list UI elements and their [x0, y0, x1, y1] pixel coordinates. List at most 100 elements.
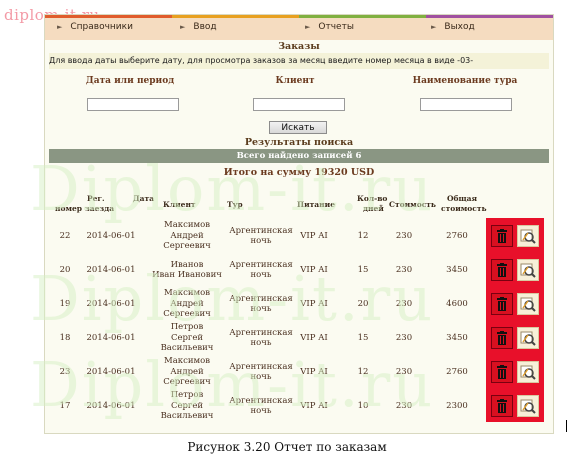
- figure-caption: Рисунок 3.20 Отчет по заказам: [187, 440, 387, 454]
- cell-date: 2014-06-01: [86, 333, 136, 343]
- header-total-1: Общая: [447, 194, 478, 203]
- cell-tour-line: ночь: [250, 270, 272, 280]
- cell-client: Иванов Иван Иванович: [147, 260, 227, 281]
- cell-food: VIP AI: [300, 231, 328, 241]
- cell-client-line: Сергеевич: [163, 377, 211, 388]
- delete-icon[interactable]: [491, 293, 513, 315]
- cell-client: Максимов Андрей Сергеевич: [147, 220, 227, 252]
- cell-price: 230: [395, 401, 413, 411]
- tour-input[interactable]: [420, 98, 512, 111]
- table-row: 17 2014-06-01 Петров Сергей Васильевич Аргент…: [53, 389, 489, 423]
- cell-tour-line: Аргентинская: [229, 361, 293, 372]
- header-tour: Тур: [227, 200, 243, 209]
- actions-column: [486, 218, 544, 422]
- results-title: Результаты поиска: [244, 137, 354, 148]
- menu-item-exit[interactable]: ► Выход: [431, 22, 475, 32]
- table-row: 23 2014-06-01 Максимов Андрей Сергеевич Арген…: [53, 355, 489, 389]
- delete-icon[interactable]: [491, 395, 513, 417]
- edit-icon[interactable]: [517, 225, 539, 247]
- arrow-right-icon: ►: [57, 23, 63, 31]
- cell-total: 3450: [446, 265, 468, 275]
- menu-stripe-1: [45, 15, 172, 18]
- cell-price: 230: [395, 299, 413, 309]
- date-input[interactable]: [87, 98, 179, 111]
- cell-total: 2760: [446, 231, 468, 241]
- cell-food: VIP AI: [300, 367, 328, 377]
- header-date: Дата: [133, 194, 155, 203]
- table-row: 18 2014-06-01 Петров Сергей Васильевич Аргент…: [53, 321, 489, 355]
- menu-item-label: Выход: [444, 22, 475, 32]
- cell-client-line: Иван Иванович: [152, 270, 222, 280]
- cell-num: 20: [59, 265, 71, 275]
- cell-tour-line: ночь: [250, 406, 272, 416]
- cell-food: VIP AI: [300, 299, 328, 309]
- date-label: Дата или период: [85, 76, 175, 86]
- cell-num: 19: [59, 299, 71, 309]
- cell-price: 230: [395, 231, 413, 241]
- client-input[interactable]: [253, 98, 345, 111]
- cell-client-line: Васильевич: [160, 411, 214, 422]
- cell-tour-line: ночь: [250, 372, 272, 382]
- cell-days: 12: [357, 231, 369, 241]
- cell-price: 230: [395, 265, 413, 275]
- cell-client-line: Андрей: [170, 366, 204, 377]
- edit-icon[interactable]: [517, 395, 539, 417]
- header-total-2: стоимость: [441, 204, 487, 213]
- delete-icon[interactable]: [491, 259, 513, 281]
- menu-item-reports[interactable]: ► Отчеты: [305, 22, 354, 32]
- delete-icon[interactable]: [491, 225, 513, 247]
- cell-tour-line: Аргентинская: [229, 395, 293, 406]
- cell-client: Петров Сергей Васильевич: [147, 390, 227, 422]
- table-header: номер Рег. заезда Дата Клиент Тур Питани…: [51, 192, 491, 220]
- delete-icon[interactable]: [491, 327, 513, 349]
- cell-food: VIP AI: [300, 401, 328, 411]
- cell-num: 23: [59, 367, 71, 377]
- arrow-right-icon: ►: [180, 23, 186, 31]
- cell-tour: Аргентинская ночь: [223, 362, 299, 383]
- menu-item-label: Справочники: [70, 22, 133, 32]
- edit-icon[interactable]: [517, 259, 539, 281]
- cell-tour-line: Аргентинская: [229, 259, 293, 270]
- app-frame: ► Справочники ► Ввод ► Отчеты ► Выход Заказы…: [44, 14, 554, 434]
- header-client: Клиент: [163, 200, 196, 209]
- menu-stripe-4: [426, 15, 553, 18]
- cell-tour-line: Аргентинская: [229, 225, 293, 236]
- cell-tour: Аргентинская ночь: [223, 294, 299, 315]
- top-menu: ► Справочники ► Ввод ► Отчеты ► Выход: [45, 15, 553, 40]
- edit-icon[interactable]: [517, 327, 539, 349]
- cell-price: 230: [395, 367, 413, 377]
- cell-tour-line: ночь: [250, 304, 272, 314]
- header-num: номер: [55, 204, 83, 213]
- menu-stripe-2: [172, 15, 299, 18]
- cell-client-line: Максимов: [163, 288, 211, 299]
- cell-days: 10: [357, 401, 369, 411]
- table-row: 20 2014-06-01 Иванов Иван Иванович Аргентинс…: [53, 253, 489, 287]
- edit-icon[interactable]: [517, 293, 539, 315]
- cell-food: VIP AI: [300, 333, 328, 343]
- menu-item-label: Ввод: [193, 22, 217, 32]
- cell-client: Максимов Андрей Сергеевич: [147, 356, 227, 388]
- cell-total: 2760: [446, 367, 468, 377]
- cell-client-line: Андрей: [170, 230, 204, 241]
- arrow-right-icon: ►: [431, 23, 437, 31]
- cell-client-line: Васильевич: [160, 343, 214, 354]
- cell-total: 3450: [446, 333, 468, 343]
- header-qty: Кол-во: [357, 194, 388, 203]
- cell-price: 230: [395, 333, 413, 343]
- total-sum: Итого на сумму 19320 USD: [223, 167, 375, 178]
- cell-client-line: Сергеевич: [163, 241, 211, 252]
- cell-days: 20: [357, 299, 369, 309]
- cell-client-line: Петров: [170, 322, 204, 333]
- cell-client-line: Иванов: [170, 259, 204, 270]
- edit-icon[interactable]: [517, 361, 539, 383]
- cell-client-line: Андрей: [170, 298, 204, 309]
- cell-num: 17: [59, 401, 71, 411]
- menu-item-input[interactable]: ► Ввод: [180, 22, 217, 32]
- delete-icon[interactable]: [491, 361, 513, 383]
- table-row: 22 2014-06-01 Максимов Андрей Сергеевич Арген…: [53, 219, 489, 253]
- search-button[interactable]: Искать: [269, 121, 327, 134]
- cell-date: 2014-06-01: [86, 401, 136, 411]
- menu-item-directories[interactable]: ► Справочники: [57, 22, 133, 32]
- cell-tour-line: Аргентинская: [229, 327, 293, 338]
- cell-tour: Аргентинская ночь: [223, 226, 299, 247]
